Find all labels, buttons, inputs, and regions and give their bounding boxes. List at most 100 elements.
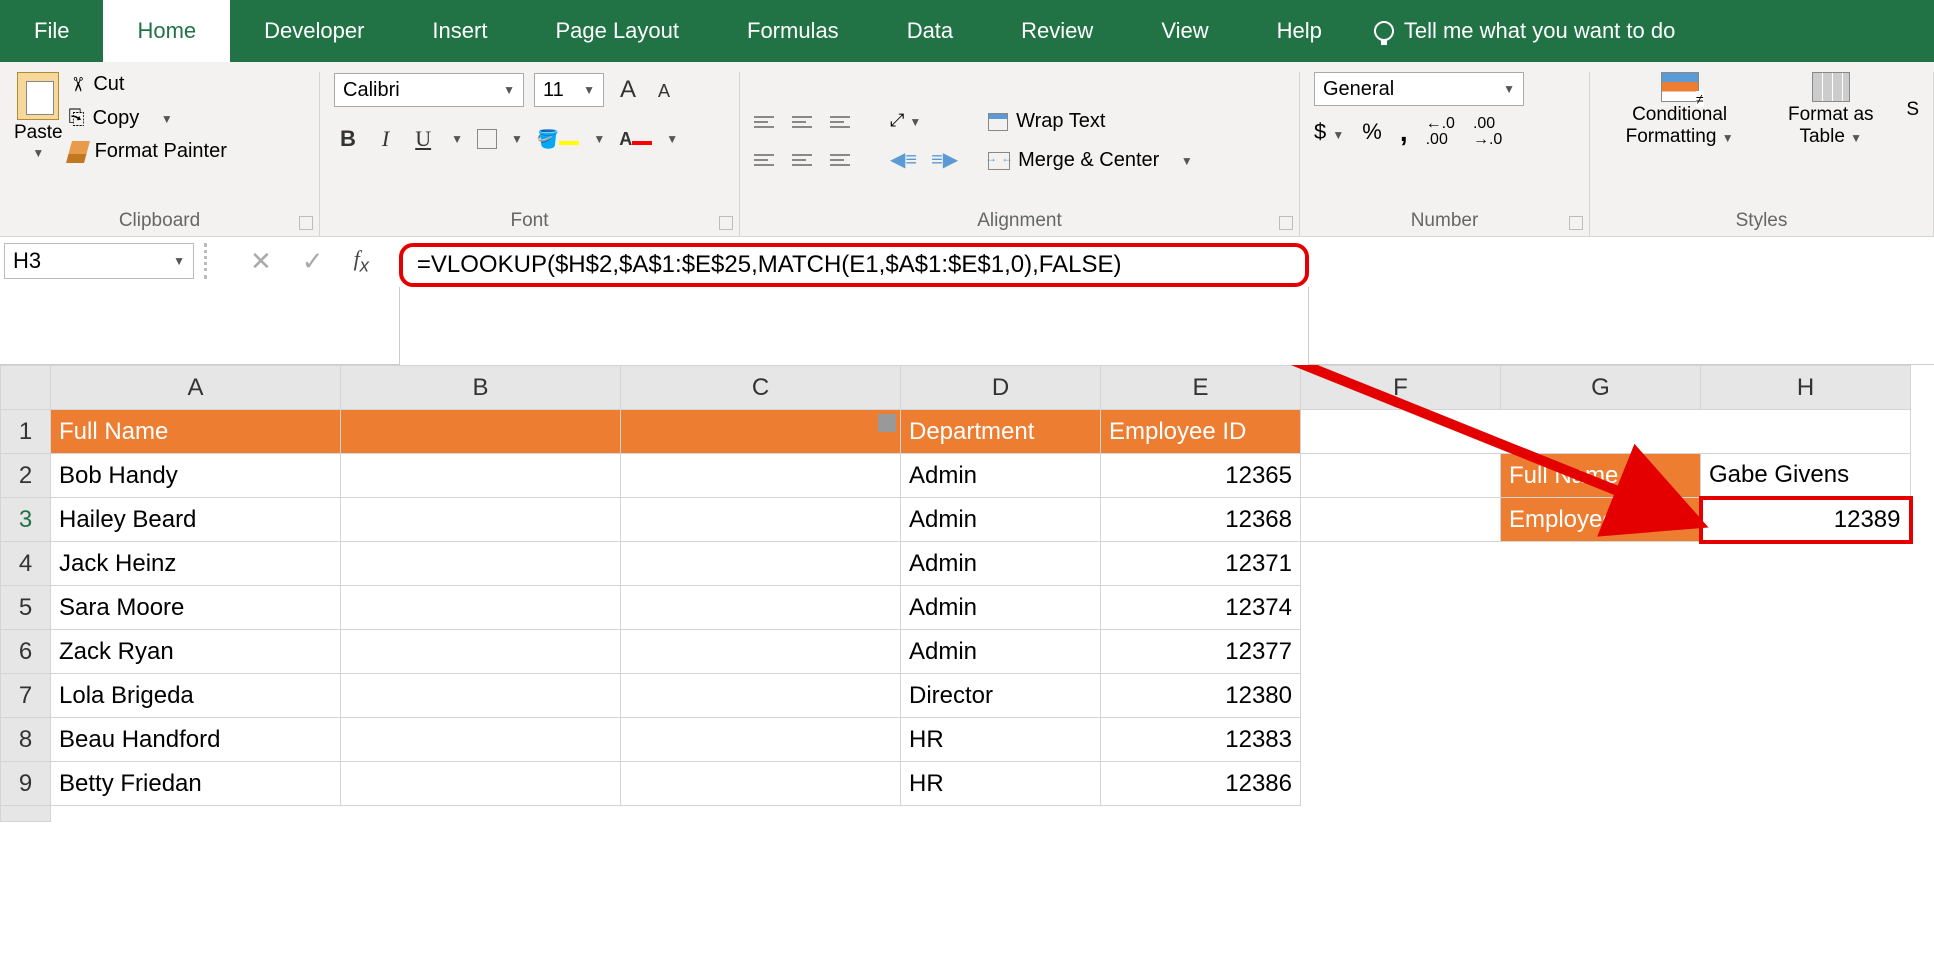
align-center-button[interactable] <box>792 145 822 175</box>
cell-H8[interactable] <box>1701 718 1911 762</box>
cell-B1[interactable] <box>341 410 621 454</box>
increase-indent-button[interactable]: ≡▶ <box>931 147 958 172</box>
cell-F9[interactable] <box>1301 762 1501 806</box>
insert-function-button[interactable]: fx <box>354 246 369 276</box>
cell-F6[interactable] <box>1301 630 1501 674</box>
paste-button[interactable]: Paste <box>14 122 63 144</box>
cell-E2[interactable]: 12365 <box>1101 454 1301 498</box>
name-box[interactable]: H3▼ <box>4 243 194 279</box>
clipboard-launcher[interactable] <box>299 216 313 230</box>
tab-page-layout[interactable]: Page Layout <box>521 0 713 62</box>
cell-C7[interactable] <box>621 674 901 718</box>
row-head-6[interactable]: 6 <box>1 630 51 674</box>
increase-decimal-button[interactable]: ←.0.00 <box>1426 116 1455 148</box>
comma-button[interactable]: , <box>1400 116 1408 148</box>
cell-D1[interactable]: Department <box>901 410 1101 454</box>
orientation-button[interactable]: ⤢ ▼ <box>890 110 958 131</box>
tab-insert[interactable]: Insert <box>398 0 521 62</box>
bold-button[interactable]: B <box>334 122 362 156</box>
cell-H3[interactable]: 12389 <box>1701 498 1911 542</box>
cell-D2[interactable]: Admin <box>901 454 1101 498</box>
cell-B8[interactable] <box>341 718 621 762</box>
tab-data[interactable]: Data <box>873 0 987 62</box>
col-head-D[interactable]: D <box>901 366 1101 410</box>
cell-H2[interactable]: Gabe Givens <box>1701 454 1911 498</box>
cell-C5[interactable] <box>621 586 901 630</box>
cell-A4[interactable]: Jack Heinz <box>51 542 341 586</box>
underline-button[interactable]: U <box>409 122 437 156</box>
cell-G4[interactable] <box>1501 542 1701 586</box>
cell-H7[interactable] <box>1701 674 1911 718</box>
cell-G1[interactable] <box>1501 410 1701 454</box>
number-format-dropdown[interactable]: General▼ <box>1314 72 1524 106</box>
cell-E5[interactable]: 12374 <box>1101 586 1301 630</box>
cell-G7[interactable] <box>1501 674 1701 718</box>
cell-A8[interactable]: Beau Handford <box>51 718 341 762</box>
row-head-3[interactable]: 3 <box>1 498 51 542</box>
cell-D6[interactable]: Admin <box>901 630 1101 674</box>
cell-C2[interactable] <box>621 454 901 498</box>
cell-B7[interactable] <box>341 674 621 718</box>
cell-A2[interactable]: Bob Handy <box>51 454 341 498</box>
format-as-table-button[interactable]: Format as Table ▼ <box>1775 72 1886 148</box>
cell-E8[interactable]: 12383 <box>1101 718 1301 762</box>
tab-file[interactable]: File <box>0 0 103 62</box>
cell-H6[interactable] <box>1701 630 1911 674</box>
col-head-E[interactable]: E <box>1101 366 1301 410</box>
formula-bar[interactable]: =VLOOKUP($H$2,$A$1:$E$25,MATCH(E1,$A$1:$… <box>399 243 1309 287</box>
cell-G5[interactable] <box>1501 586 1701 630</box>
cell-D8[interactable]: HR <box>901 718 1101 762</box>
number-launcher[interactable] <box>1569 216 1583 230</box>
tell-me[interactable]: Tell me what you want to do <box>1356 18 1675 44</box>
cell-A7[interactable]: Lola Brigeda <box>51 674 341 718</box>
cell-B2[interactable] <box>341 454 621 498</box>
cell-G9[interactable] <box>1501 762 1701 806</box>
cell-D4[interactable]: Admin <box>901 542 1101 586</box>
cell-F1[interactable] <box>1301 410 1501 454</box>
align-middle-button[interactable] <box>792 107 822 137</box>
cell-D5[interactable]: Admin <box>901 586 1101 630</box>
cell-F3[interactable] <box>1301 498 1501 542</box>
alignment-launcher[interactable] <box>1279 216 1293 230</box>
merge-center-button[interactable]: Merge & Center ▼ <box>988 149 1193 172</box>
row-head-1[interactable]: 1 <box>1 410 51 454</box>
cell-F5[interactable] <box>1301 586 1501 630</box>
cell-E7[interactable]: 12380 <box>1101 674 1301 718</box>
row-head-5[interactable]: 5 <box>1 586 51 630</box>
formula-bar-expanded[interactable] <box>399 287 1309 367</box>
cell-C6[interactable] <box>621 630 901 674</box>
cell-G3[interactable]: Employee ID <box>1501 498 1701 542</box>
tab-help[interactable]: Help <box>1243 0 1356 62</box>
row-head-2[interactable]: 2 <box>1 454 51 498</box>
percent-button[interactable]: % <box>1362 119 1382 145</box>
cell-H1[interactable] <box>1701 410 1911 454</box>
wrap-text-button[interactable]: Wrap Text <box>988 110 1193 133</box>
col-head-H[interactable]: H <box>1701 366 1911 410</box>
paste-dropdown[interactable]: ▼ <box>32 146 44 160</box>
cell-F7[interactable] <box>1301 674 1501 718</box>
align-right-button[interactable] <box>830 145 860 175</box>
cell-G6[interactable] <box>1501 630 1701 674</box>
cell-B6[interactable] <box>341 630 621 674</box>
align-left-button[interactable] <box>754 145 784 175</box>
cell-A9[interactable]: Betty Friedan <box>51 762 341 806</box>
cell-B9[interactable] <box>341 762 621 806</box>
format-painter-button[interactable]: Format Painter <box>69 140 227 163</box>
font-size-dropdown[interactable]: 11▼ <box>534 73 604 107</box>
cell-H9[interactable] <box>1701 762 1911 806</box>
decrease-indent-button[interactable]: ◀≡ <box>890 147 917 172</box>
cell-D7[interactable]: Director <box>901 674 1101 718</box>
cancel-formula-button[interactable]: ✕ <box>250 246 272 277</box>
decrease-decimal-button[interactable]: .00→.0 <box>1473 116 1502 148</box>
row-head-10[interactable] <box>1 806 51 822</box>
cell-G8[interactable] <box>1501 718 1701 762</box>
cell-styles-button[interactable]: S <box>1906 99 1919 121</box>
tab-home[interactable]: Home <box>103 0 230 62</box>
fill-color-button[interactable]: 🪣 <box>537 129 579 150</box>
tab-review[interactable]: Review <box>987 0 1127 62</box>
copy-button[interactable]: ⎘Copy ▼ <box>69 107 227 130</box>
cell-E1[interactable]: Employee ID <box>1101 410 1301 454</box>
cell-E3[interactable]: 12368 <box>1101 498 1301 542</box>
tab-developer[interactable]: Developer <box>230 0 398 62</box>
cell-F8[interactable] <box>1301 718 1501 762</box>
